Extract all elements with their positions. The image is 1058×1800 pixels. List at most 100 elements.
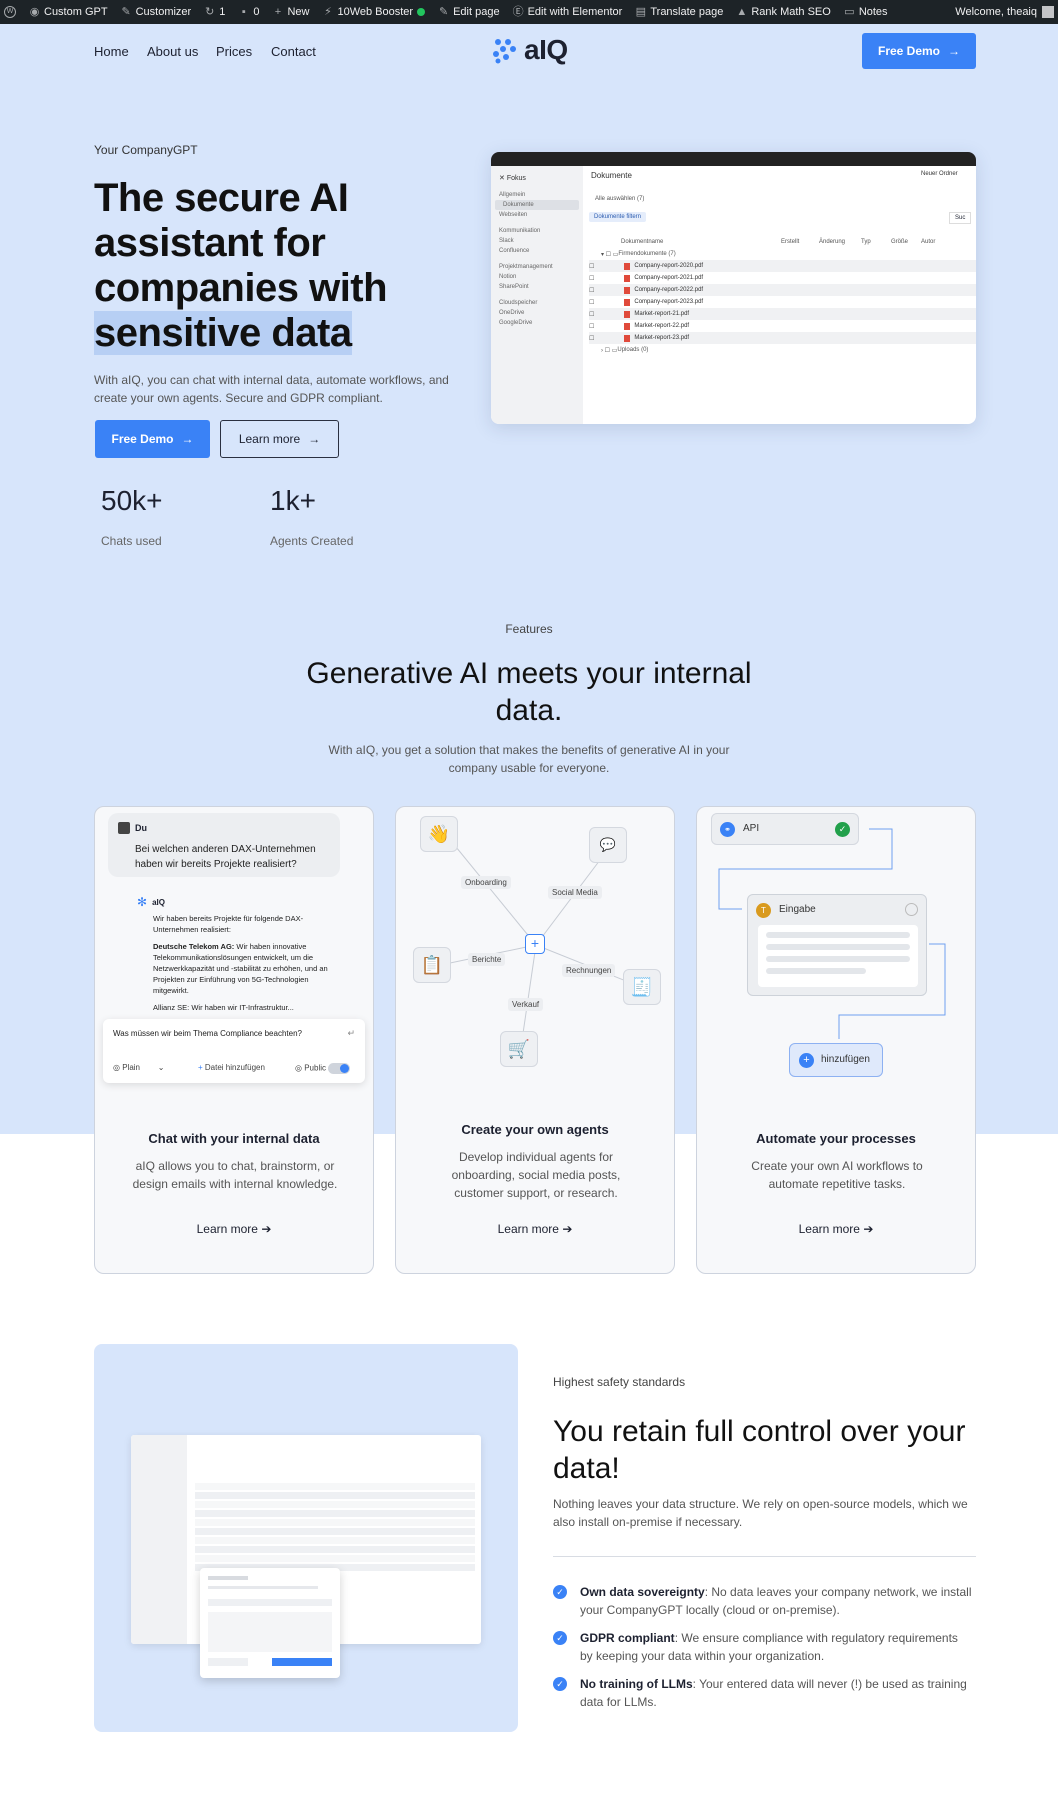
wp-admin-bar: W ◉ Custom GPT ✎ Customizer ↻ 1 ▪ 0 + New ⚡ 10…	[0, 0, 1058, 24]
tag-onboarding: Onboarding	[461, 876, 511, 889]
hero-title: The secure AI assistant for companies wi…	[94, 176, 388, 355]
mock-new-folder: Neuer Ordner	[921, 171, 958, 177]
divider	[553, 1556, 976, 1557]
adminbar-booster[interactable]: ⚡ 10Web Booster	[322, 6, 426, 18]
add-agent-icon[interactable]: +	[525, 934, 545, 954]
mock-file-row: ☐ Market-report-22.pdf	[589, 322, 690, 330]
mock-file-row: ☐ Market-report-23.pdf	[589, 332, 976, 344]
card-description: aIQ allows you to chat, brainstorm, or d…	[132, 1159, 338, 1191]
mock-focus: ✕ Fokus	[499, 175, 526, 182]
pdf-icon	[624, 274, 631, 282]
safety-item-sovereignty: ✓ Own data sovereignty: No data leaves yo…	[553, 1583, 973, 1619]
arrow-right-icon: →	[948, 44, 961, 58]
mini-row	[195, 1510, 475, 1517]
adminbar-comments[interactable]: ▪ 0	[238, 5, 260, 18]
wordpress-logo-icon[interactable]: W	[4, 6, 16, 18]
pdf-icon	[624, 310, 631, 318]
feature-card-agents: 👋 💬 📋 🧾 🛒 + Onboarding Social Media Beri…	[395, 806, 675, 1274]
safety-eyebrow: Highest safety standards	[553, 1375, 686, 1389]
hero-learn-more-button[interactable]: Learn more →	[220, 420, 339, 458]
card-learn-more-link[interactable]: Learn more ➔	[95, 1222, 373, 1236]
adminbar-elementor[interactable]: Ⓔ Edit with Elementor	[513, 6, 623, 18]
enter-icon[interactable]: ↵	[347, 1028, 355, 1039]
plus-icon: +	[274, 5, 282, 18]
pdf-icon	[624, 298, 631, 306]
nav-contact[interactable]: Contact	[271, 44, 316, 59]
mock-folder-row: ▾ ☐ ▭ Firmendokumente (7)	[601, 251, 676, 258]
text-icon: T	[756, 903, 771, 918]
pencil-icon: ✎	[438, 5, 449, 18]
tag-verkauf: Verkauf	[508, 998, 544, 1011]
nav-prices[interactable]: Prices	[216, 44, 252, 59]
mini-row	[195, 1537, 475, 1544]
mini-row	[195, 1546, 475, 1553]
pdf-icon	[624, 262, 631, 270]
safety-title: You retain full control over your data!	[553, 1415, 966, 1485]
mini-row	[195, 1528, 475, 1535]
mini-row	[195, 1519, 475, 1526]
card-learn-more-link[interactable]: Learn more ➔	[697, 1222, 975, 1236]
arrow-right-icon: ➔	[863, 1222, 874, 1236]
check-icon: ✓	[553, 1677, 567, 1691]
refresh-icon: ↻	[205, 5, 215, 18]
adminbar-updates[interactable]: ↻ 1	[204, 6, 225, 18]
card-title: Create your own agents	[461, 1122, 609, 1137]
comment-icon: ▪	[241, 5, 246, 18]
adminbar-account[interactable]: Welcome, theaiq	[955, 6, 1054, 18]
logo-icon	[493, 39, 516, 64]
input-preview	[758, 925, 918, 987]
adminbar-rankmath[interactable]: ▲ Rank Math SEO	[736, 6, 830, 18]
input-node[interactable]: T Eingabe	[747, 894, 927, 996]
translate-icon: ▤	[635, 5, 647, 18]
adminbar-site[interactable]: ◉ Custom GPT	[29, 6, 108, 18]
nav-home[interactable]: Home	[94, 44, 129, 59]
adminbar-edit-page[interactable]: ✎ Edit page	[438, 5, 500, 18]
pdf-icon	[624, 322, 631, 330]
api-node[interactable]: ⚭ API ✓	[711, 813, 859, 845]
nav-free-demo-button[interactable]: Free Demo →	[862, 33, 976, 69]
feature-card-automate: ⚭ API ✓ T Eingabe + hinzufügen Automate …	[696, 806, 976, 1274]
features-title: Generative AI meets your internal data.	[306, 657, 752, 727]
logo[interactable]: aIQ	[490, 34, 568, 66]
mock-file-row: ☐ Company-report-2022.pdf	[589, 284, 976, 296]
mini-sidebar	[131, 1435, 187, 1644]
nav-about[interactable]: About us	[147, 44, 198, 59]
adminbar-notes[interactable]: ▭ Notes	[844, 5, 887, 18]
add-file-button[interactable]: + Datei hinzufügen	[198, 1063, 265, 1072]
stat-chats-label: Chats used	[101, 534, 162, 548]
feature-card-chat: Du Bei welchen anderen DAX-Unternehmen h…	[94, 806, 374, 1274]
safety-subtitle: Nothing leaves your data structure. We r…	[553, 1497, 968, 1529]
mock-search: Suc	[949, 212, 972, 224]
mock-title: Dokumente	[591, 171, 632, 180]
logo-text: aIQ	[524, 34, 568, 65]
chat-question-bubble: Du Bei welchen anderen DAX-Unternehmen h…	[108, 813, 340, 877]
mini-row	[195, 1501, 475, 1508]
adminbar-translate[interactable]: ▤ Translate page	[635, 5, 724, 18]
adminbar-customizer[interactable]: ✎ Customizer	[121, 6, 191, 18]
card-title: Chat with your internal data	[148, 1131, 320, 1146]
features-eyebrow: Features	[505, 622, 553, 636]
chat-input[interactable]: Was müssen wir beim Thema Compliance bea…	[113, 1029, 302, 1038]
adminbar-new[interactable]: + New	[272, 5, 310, 18]
chart-icon: ▲	[736, 5, 748, 18]
pdf-icon	[624, 286, 631, 294]
safety-item-no-training: ✓ No training of LLMs: Your entered data …	[553, 1675, 973, 1711]
mock-sidebar: ✕ Fokus Allgemein Dokumente Webseiten Ko…	[491, 166, 583, 424]
card-learn-more-link[interactable]: Learn more ➔	[396, 1222, 674, 1236]
hero-title-highlight: sensitive data	[94, 311, 352, 355]
mode-select[interactable]: ◎ Plain ⌄	[113, 1063, 164, 1072]
hero-free-demo-button[interactable]: Free Demo →	[95, 420, 210, 458]
safety-image-panel	[94, 1344, 518, 1732]
card-description: Create your own AI workflows to automate…	[751, 1159, 923, 1191]
check-icon: ✓	[835, 822, 850, 837]
mini-row	[195, 1555, 475, 1562]
add-step-button[interactable]: + hinzufügen	[789, 1043, 883, 1077]
user-avatar	[118, 822, 130, 834]
check-icon: ✓	[553, 1585, 567, 1599]
mock-table-header: Dokumentname Erstellt Änderung Typ Größe Auto…	[621, 239, 936, 245]
invoice-icon: 🧾	[623, 969, 661, 1005]
card-title: Automate your processes	[756, 1131, 916, 1146]
public-toggle[interactable]: ◎ Public	[295, 1063, 351, 1074]
mock-file-row: ☐ Company-report-2020.pdf	[589, 260, 976, 272]
note-icon: ▭	[844, 5, 855, 18]
